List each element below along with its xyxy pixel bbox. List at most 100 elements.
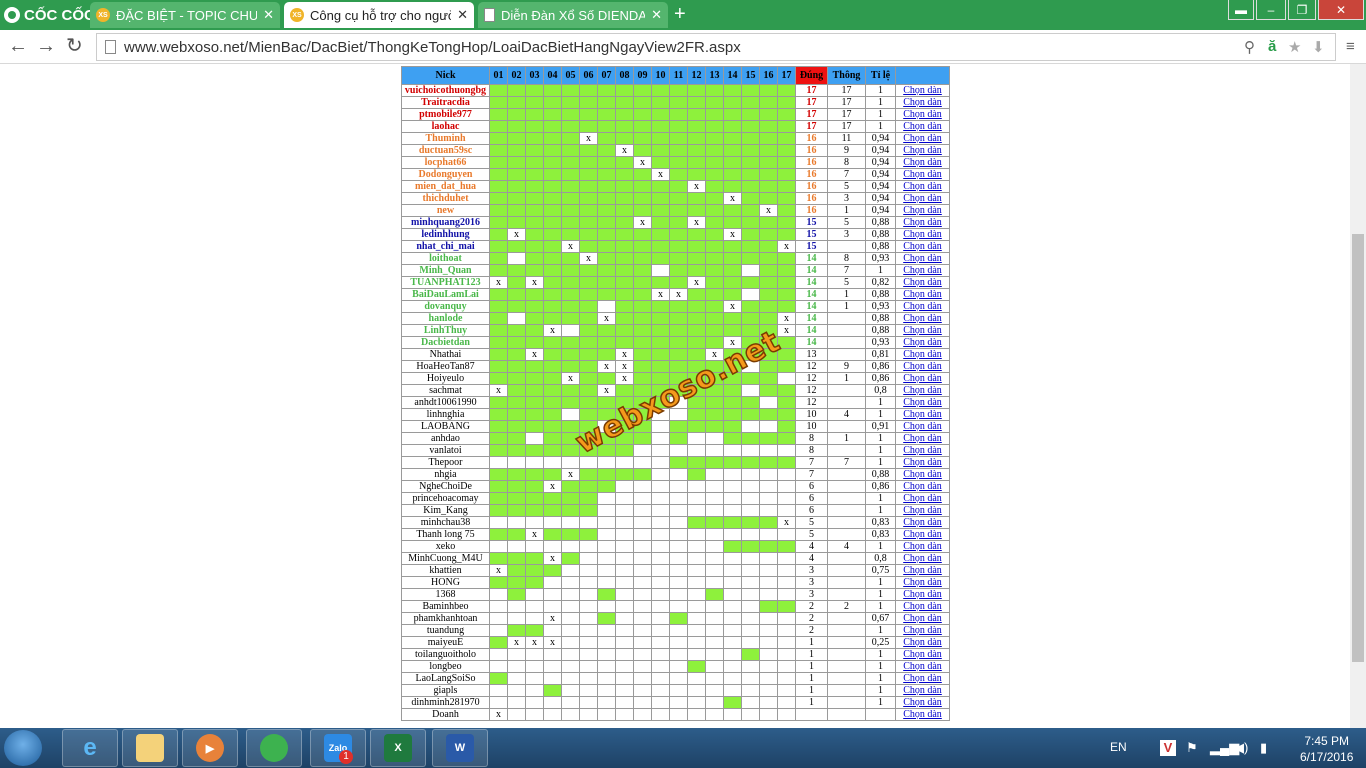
close-tab-icon[interactable]: ✕ — [263, 7, 274, 23]
header-dung[interactable]: Đúng — [795, 66, 828, 85]
new-tab-plus-icon[interactable]: + — [674, 4, 686, 24]
coccoc-logo[interactable]: CỐC CỐC — [4, 4, 95, 26]
chon-dan-link[interactable]: Chọn dàn — [895, 516, 950, 529]
chon-dan-link[interactable]: Chọn dàn — [895, 648, 950, 661]
file-explorer-icon[interactable] — [122, 729, 178, 767]
chon-dan-link[interactable]: Chọn dàn — [895, 408, 950, 421]
forward-arrow-icon[interactable]: → — [36, 36, 56, 56]
zoom-search-icon[interactable]: ⚲ — [1244, 38, 1255, 56]
chon-dan-link[interactable]: Chọn dàn — [895, 204, 950, 217]
chon-dan-link[interactable]: Chọn dàn — [895, 276, 950, 289]
chon-dan-link[interactable]: Chọn dàn — [895, 432, 950, 445]
header-day[interactable]: 03 — [525, 66, 544, 85]
header-day[interactable]: 05 — [561, 66, 580, 85]
chon-dan-link[interactable]: Chọn dàn — [895, 612, 950, 625]
header-day[interactable]: 15 — [741, 66, 760, 85]
chon-dan-link[interactable]: Chọn dàn — [895, 168, 950, 181]
chon-dan-link[interactable]: Chọn dàn — [895, 588, 950, 601]
chon-dan-link[interactable]: Chọn dàn — [895, 336, 950, 349]
chon-dan-link[interactable]: Chọn dàn — [895, 228, 950, 241]
header-day[interactable]: 13 — [705, 66, 724, 85]
minimize-icon[interactable]: – — [1256, 0, 1286, 20]
chon-dan-link[interactable]: Chọn dàn — [895, 492, 950, 505]
chon-dan-link[interactable]: Chọn dàn — [895, 192, 950, 205]
chon-dan-link[interactable]: Chọn dàn — [895, 504, 950, 517]
chon-dan-link[interactable]: Chọn dàn — [895, 480, 950, 493]
chon-dan-link[interactable]: Chọn dàn — [895, 540, 950, 553]
start-button-icon[interactable] — [4, 730, 42, 766]
chon-dan-link[interactable]: Chọn dàn — [895, 528, 950, 541]
vietnamese-input-icon[interactable]: ă — [1268, 38, 1276, 55]
chon-dan-link[interactable]: Chọn dàn — [895, 288, 950, 301]
header-day[interactable]: 16 — [759, 66, 778, 85]
header-tile[interactable]: Tỉ lệ — [865, 66, 896, 85]
unikey-icon[interactable]: V — [1160, 740, 1176, 756]
menu-lines-icon[interactable]: ≡ — [1346, 38, 1355, 55]
media-player-icon[interactable]: ▶ — [182, 729, 238, 767]
volume-icon[interactable]: ◀) — [1234, 740, 1248, 756]
header-day[interactable]: 08 — [615, 66, 634, 85]
vertical-scrollbar[interactable] — [1350, 64, 1366, 728]
maximize-icon[interactable]: ❐ — [1288, 0, 1316, 20]
browser-tab-3[interactable]: Diễn Đàn Xổ Số DIENDAN ✕ — [478, 2, 668, 28]
header-nick[interactable]: Nick — [401, 66, 490, 85]
header-day[interactable]: 11 — [669, 66, 688, 85]
chon-dan-link[interactable]: Chọn dàn — [895, 624, 950, 637]
header-thong[interactable]: Thông — [827, 66, 866, 85]
download-icon[interactable]: ⬇ — [1312, 38, 1325, 56]
chon-dan-link[interactable]: Chọn dàn — [895, 636, 950, 649]
chon-dan-link[interactable]: Chọn dàn — [895, 696, 950, 709]
header-day[interactable]: 02 — [507, 66, 526, 85]
browser-menu-icon[interactable]: ▬ — [1228, 0, 1254, 20]
chon-dan-link[interactable]: Chọn dàn — [895, 132, 950, 145]
chon-dan-link[interactable]: Chọn dàn — [895, 420, 950, 433]
chon-dan-link[interactable]: Chọn dàn — [895, 108, 950, 121]
header-day[interactable]: 06 — [579, 66, 598, 85]
chon-dan-link[interactable]: Chọn dàn — [895, 96, 950, 109]
header-day[interactable]: 17 — [777, 66, 796, 85]
chon-dan-link[interactable]: Chọn dàn — [895, 324, 950, 337]
close-tab-icon[interactable]: ✕ — [651, 7, 662, 23]
chon-dan-link[interactable]: Chọn dàn — [895, 156, 950, 169]
header-day[interactable]: 10 — [651, 66, 670, 85]
chon-dan-link[interactable]: Chọn dàn — [895, 348, 950, 361]
chon-dan-link[interactable]: Chọn dàn — [895, 456, 950, 469]
chon-dan-link[interactable]: Chọn dàn — [895, 180, 950, 193]
bookmark-star-icon[interactable]: ★ — [1288, 38, 1301, 56]
url-field[interactable]: www.webxoso.net/MienBac/DacBiet/ThongKeT… — [96, 33, 1336, 61]
chon-dan-link[interactable]: Chọn dàn — [895, 360, 950, 373]
action-center-flag-icon[interactable]: ⚑ — [1186, 740, 1198, 756]
chon-dan-link[interactable]: Chọn dàn — [895, 564, 950, 577]
header-day[interactable]: 01 — [489, 66, 508, 85]
browser-tab-1[interactable]: XS ĐẶC BIỆT - TOPIC CHUYÊN ✕ — [90, 2, 280, 28]
chon-dan-link[interactable]: Chọn dàn — [895, 708, 950, 721]
chon-dan-link[interactable]: Chọn dàn — [895, 372, 950, 385]
header-day[interactable]: 09 — [633, 66, 652, 85]
zalo-icon[interactable]: Zalo 1 — [310, 729, 366, 767]
chon-dan-link[interactable]: Chọn dàn — [895, 252, 950, 265]
chon-dan-link[interactable]: Chọn dàn — [895, 660, 950, 673]
header-day[interactable]: 07 — [597, 66, 616, 85]
coccoc-taskbar-icon[interactable] — [246, 729, 302, 767]
reload-icon[interactable]: ↻ — [66, 36, 83, 56]
header-day[interactable]: 04 — [543, 66, 562, 85]
battery-icon[interactable]: ▮ — [1260, 740, 1267, 756]
chon-dan-link[interactable]: Chọn dàn — [895, 312, 950, 325]
chon-dan-link[interactable]: Chọn dàn — [895, 396, 950, 409]
chon-dan-link[interactable]: Chọn dàn — [895, 384, 950, 397]
chon-dan-link[interactable]: Chọn dàn — [895, 240, 950, 253]
chon-dan-link[interactable]: Chọn dàn — [895, 552, 950, 565]
chon-dan-link[interactable]: Chọn dàn — [895, 444, 950, 457]
close-tab-icon[interactable]: ✕ — [457, 7, 468, 23]
excel-icon[interactable]: X — [370, 729, 426, 767]
internet-explorer-icon[interactable]: e — [62, 729, 118, 767]
chon-dan-link[interactable]: Chọn dàn — [895, 684, 950, 697]
word-icon[interactable]: W — [432, 729, 488, 767]
chon-dan-link[interactable]: Chọn dàn — [895, 300, 950, 313]
header-day[interactable]: 12 — [687, 66, 706, 85]
input-language[interactable]: EN — [1110, 740, 1127, 754]
chon-dan-link[interactable]: Chọn dàn — [895, 600, 950, 613]
chon-dan-link[interactable]: Chọn dàn — [895, 84, 950, 97]
browser-tab-2-active[interactable]: XS Công cụ hỗ trợ cho người ✕ — [284, 2, 474, 28]
scrollbar-thumb[interactable] — [1352, 234, 1364, 662]
